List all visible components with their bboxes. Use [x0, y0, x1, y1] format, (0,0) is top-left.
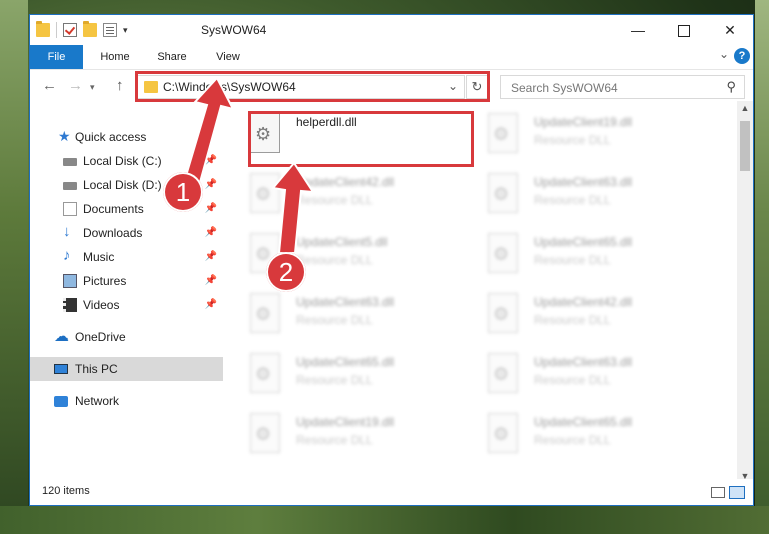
callout-badge-2: 2: [266, 252, 306, 292]
arrow-2: [271, 161, 315, 254]
annotation-arrows: [181, 76, 315, 254]
callout-badge-1: 1: [163, 172, 203, 212]
arrow-1: [181, 76, 235, 187]
